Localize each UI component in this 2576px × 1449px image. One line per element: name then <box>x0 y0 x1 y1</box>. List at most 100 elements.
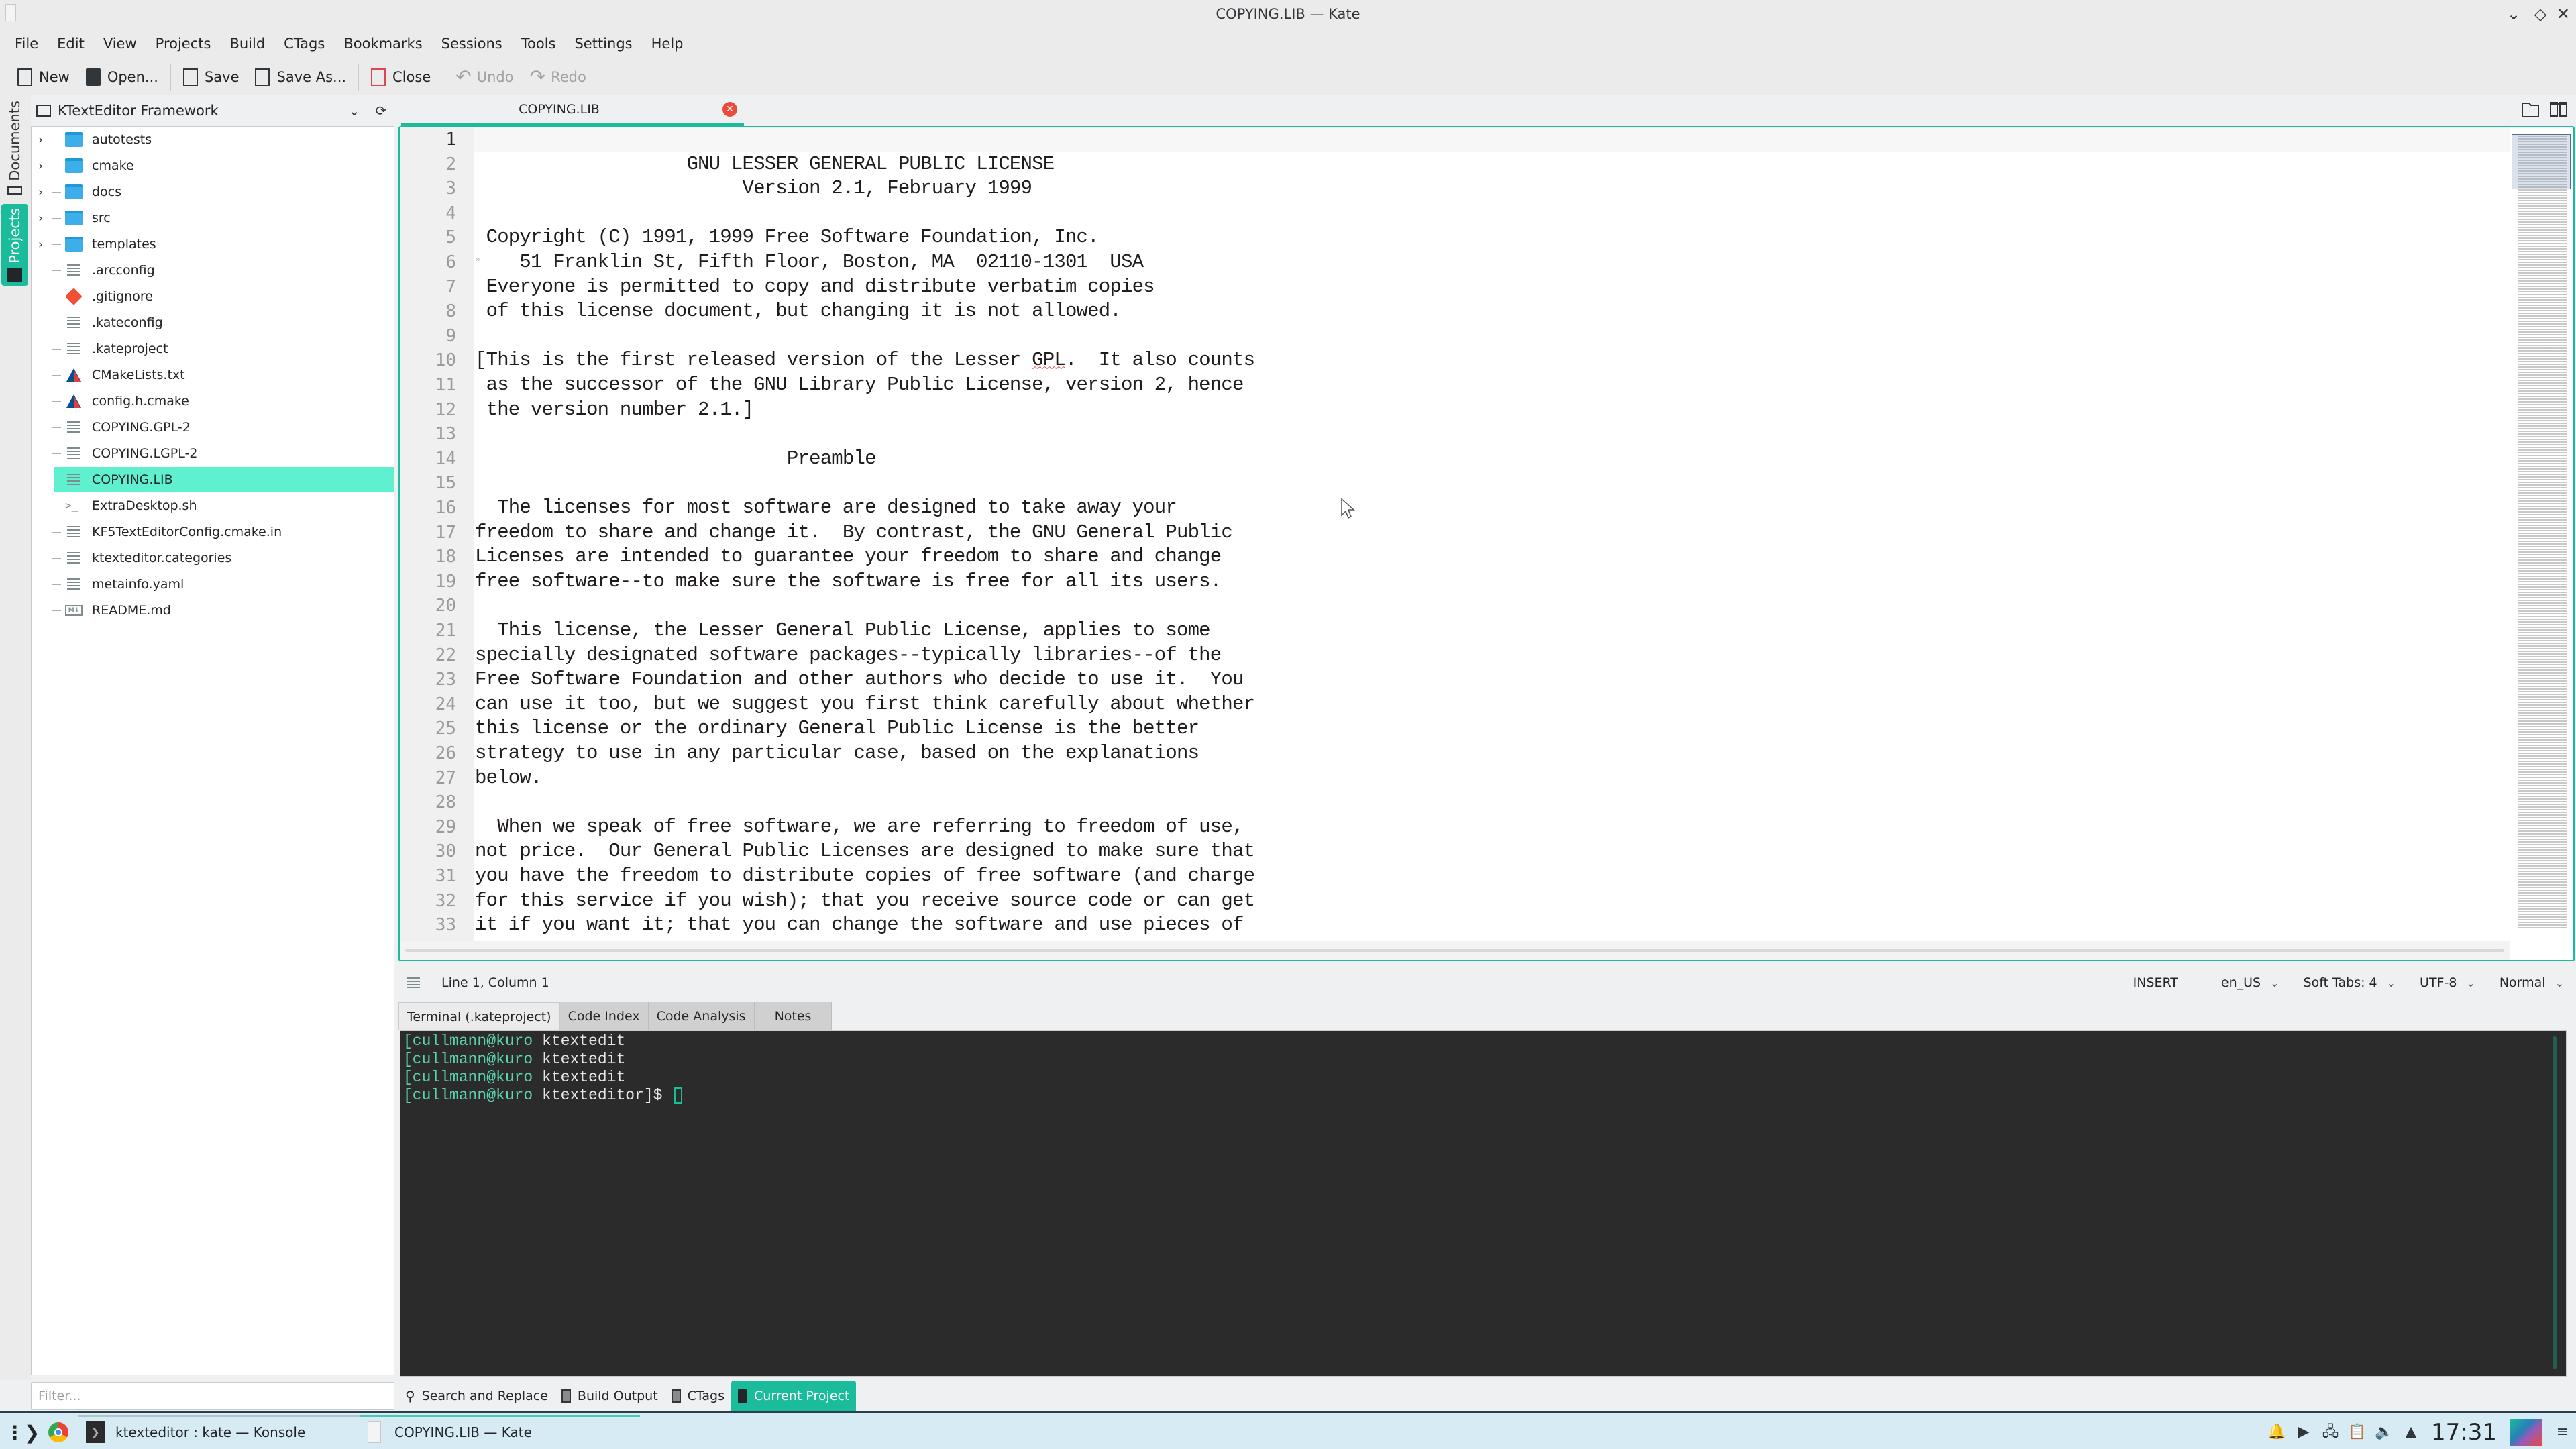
expand-chevron-icon[interactable]: › <box>38 133 50 147</box>
tree-folder[interactable]: › docs <box>32 179 394 205</box>
code-line[interactable]: Version 2.1, February 1999 <box>475 176 1032 201</box>
line-number[interactable]: 11 <box>400 373 456 397</box>
code-line[interactable]: Licenses are intended to guarantee your … <box>475 545 1222 569</box>
line-number[interactable]: 22 <box>400 643 456 667</box>
line-number[interactable]: 16 <box>400 496 456 520</box>
project-filter-input[interactable] <box>31 1382 394 1410</box>
line-number[interactable]: 12 <box>400 398 456 422</box>
reload-icon[interactable]: ⟳ <box>368 103 394 119</box>
code-line[interactable]: freedom to share and change it. By contr… <box>475 521 1233 545</box>
menu-help[interactable]: Help <box>642 28 693 59</box>
tree-file[interactable]: COPYING.GPL-2 <box>32 415 394 440</box>
code-line[interactable]: below. <box>475 766 542 790</box>
line-number[interactable]: 13 <box>400 422 456 446</box>
save-button[interactable]: Save <box>175 62 248 92</box>
menu-file[interactable]: File <box>5 28 48 59</box>
expand-chevron-icon[interactable]: › <box>38 211 50 225</box>
project-selector[interactable]: KTextEditor Framework <box>58 103 341 119</box>
save-as-button[interactable]: Save As... <box>247 62 354 92</box>
horizontal-scrollbar[interactable] <box>400 941 2510 960</box>
desktop-pager[interactable] <box>2510 1419 2542 1446</box>
code-line[interactable]: can use it too, but we suggest you first… <box>475 692 1255 716</box>
code-line[interactable]: 51 Franklin St, Fifth Floor, Boston, MA … <box>475 250 1144 274</box>
tool-tab-current-project[interactable]: Current Project <box>731 1381 857 1411</box>
task-konsole[interactable]: ❯ ktexteditor : kate — Konsole <box>86 1421 305 1444</box>
line-number[interactable]: 26 <box>400 741 456 765</box>
maximize-button[interactable]: ◇ <box>2529 3 2552 25</box>
expand-chevron-icon[interactable]: › <box>38 185 50 199</box>
menu-tools[interactable]: Tools <box>512 28 566 59</box>
redo-button[interactable]: ↷ Redo <box>522 62 594 92</box>
code-line[interactable]: GNU LESSER GENERAL PUBLIC LICENSE <box>475 152 1055 176</box>
quick-open-button[interactable] <box>2521 101 2541 119</box>
minimap-scrollbar[interactable] <box>2510 127 2573 943</box>
application-launcher[interactable]: ⋮❯ <box>5 1421 40 1444</box>
tree-folder[interactable]: › autotests <box>32 127 394 152</box>
code-line[interactable]: you have the freedom to distribute copie… <box>475 864 1255 888</box>
menu-ctags[interactable]: CTags <box>274 28 334 59</box>
code-line[interactable]: [This is the first released version of t… <box>475 348 1255 372</box>
code-line[interactable]: of this license document, but changing i… <box>475 299 1122 323</box>
line-number[interactable]: 17 <box>400 521 456 545</box>
dictionary-selector[interactable]: en_US ⌄ <box>2209 975 2292 990</box>
tree-file[interactable]: .kateconfig <box>32 310 394 335</box>
line-number[interactable]: 7 <box>400 275 456 299</box>
tree-file[interactable]: .kateproject <box>32 336 394 362</box>
chrome-launcher[interactable] <box>48 1421 68 1444</box>
input-mode-indicator[interactable]: INSERT <box>2121 975 2190 990</box>
volume-icon[interactable]: 🔈 <box>2374 1422 2394 1442</box>
expand-chevron-icon[interactable]: › <box>38 237 50 252</box>
line-number[interactable]: 18 <box>400 545 456 569</box>
line-number[interactable]: 23 <box>400 667 456 692</box>
scrollbar-thumb[interactable] <box>405 949 2504 952</box>
line-number[interactable]: 5 <box>400 225 456 250</box>
line-number[interactable]: 2 <box>400 152 456 176</box>
mode-selector[interactable]: Normal ⌄ <box>2487 975 2576 990</box>
menu-bookmarks[interactable]: Bookmarks <box>334 28 431 59</box>
minimize-button[interactable]: ⌄ <box>2502 3 2525 25</box>
tree-file[interactable]: >_ ExtraDesktop.sh <box>32 493 394 519</box>
close-window-button[interactable]: ✕ <box>2552 3 2575 25</box>
menu-edit[interactable]: Edit <box>48 28 94 59</box>
tree-file[interactable]: ktexteditor.categories <box>32 545 394 571</box>
split-view-button[interactable] <box>2549 101 2569 119</box>
menu-settings[interactable]: Settings <box>565 28 641 59</box>
minimap-viewport[interactable] <box>2512 134 2571 189</box>
task-kate[interactable]: COPYING.LIB — Kate <box>368 1421 532 1444</box>
line-number[interactable]: 33 <box>400 913 456 937</box>
tool-tab-ctags[interactable]: CTags <box>665 1381 731 1411</box>
tree-file[interactable]: CMakeLists.txt <box>32 362 394 388</box>
code-line[interactable]: not price. Our General Public Licenses a… <box>475 839 1255 863</box>
code-line[interactable]: The licenses for most software are desig… <box>475 496 1177 520</box>
line-number[interactable]: 6 <box>400 250 456 274</box>
open-button[interactable]: Open... <box>78 62 166 92</box>
code-line[interactable]: When we speak of free software, we are r… <box>475 815 1244 839</box>
terminal-panel[interactable]: [cullmann@kuro ktextedit [cullmann@kuro k… <box>400 1030 2567 1377</box>
tree-folder[interactable]: › src <box>32 205 394 231</box>
tree-file[interactable]: config.h.cmake <box>32 388 394 414</box>
tree-file[interactable]: KF5TextEditorConfig.cmake.in <box>32 519 394 545</box>
line-number[interactable]: 25 <box>400 716 456 741</box>
tab-code-analysis[interactable]: Code Analysis <box>648 1002 755 1030</box>
chevron-down-icon[interactable]: ⌄ <box>341 103 368 119</box>
line-number[interactable]: 31 <box>400 864 456 888</box>
line-number[interactable]: 14 <box>400 447 456 471</box>
code-line[interactable]: This license, the Lesser General Public … <box>475 619 1210 643</box>
clipboard-icon[interactable]: 📋 <box>2347 1422 2367 1442</box>
code-line[interactable]: this license or the ordinary General Pub… <box>475 716 1199 741</box>
tree-file[interactable]: metainfo.yaml <box>32 572 394 597</box>
sidebar-tab-projects[interactable]: Projects <box>1 204 28 286</box>
network-icon[interactable]: 🖧 <box>2320 1422 2341 1442</box>
sidebar-tab-documents[interactable]: Documents <box>1 101 28 195</box>
code-line[interactable]: as the successor of the GNU Library Publ… <box>475 373 1244 397</box>
line-number[interactable]: 24 <box>400 692 456 716</box>
cursor-position[interactable]: Line 1, Column 1 <box>441 975 549 990</box>
code-line[interactable]: free software--to make sure the software… <box>475 570 1222 594</box>
tree-file[interactable]: COPYING.LIB <box>32 467 394 492</box>
line-number[interactable]: 28 <box>400 790 456 814</box>
new-button[interactable]: New <box>9 62 78 92</box>
line-number[interactable]: 21 <box>400 619 456 643</box>
tab-copying-lib[interactable]: COPYING.LIB ✕ <box>398 95 747 126</box>
tab-terminal[interactable]: Terminal (.kateproject) <box>398 1002 560 1030</box>
code-line[interactable]: for this service if you wish); that you … <box>475 889 1255 913</box>
